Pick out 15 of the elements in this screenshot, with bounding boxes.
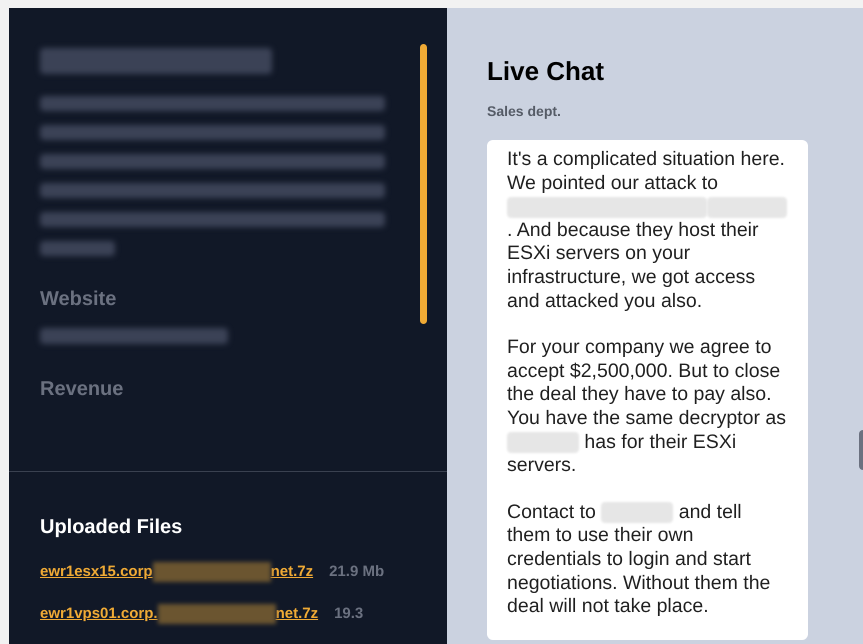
scroll-handle[interactable] [859,430,863,470]
message-paragraph: Contact to and tell them to use their own credentials to login and start negotiations. Without them the deal will not take place. [507,500,772,619]
chat-title: Live Chat [487,55,606,88]
section-title: Uploaded Files [40,515,184,540]
file-link[interactable]: ewr1esx15.corp net.7z [40,560,314,584]
message-paragraph: It's a complicated situation here. We pointed our attack to . And because they host their ESXi servers on your infrastructure, we got access and attacked you also. [507,148,788,314]
field-label: Revenue [40,377,124,402]
file-size: 19.3 [334,605,364,622]
scrollbar-thumb[interactable] [420,44,427,324]
redaction-blur [507,432,579,453]
chat-subtitle: Sales dept. [487,102,562,121]
file-size: 21.9 Mb [329,563,384,580]
field-label: Website [40,287,118,312]
message-paragraph: For your company we agree to accept $2,500,000. But to close the deal they have to pay also. You have the same decryptor as has for their ESXi servers. [507,336,787,478]
file-link[interactable]: ewr1vps01.corp. net.7z [40,602,318,626]
